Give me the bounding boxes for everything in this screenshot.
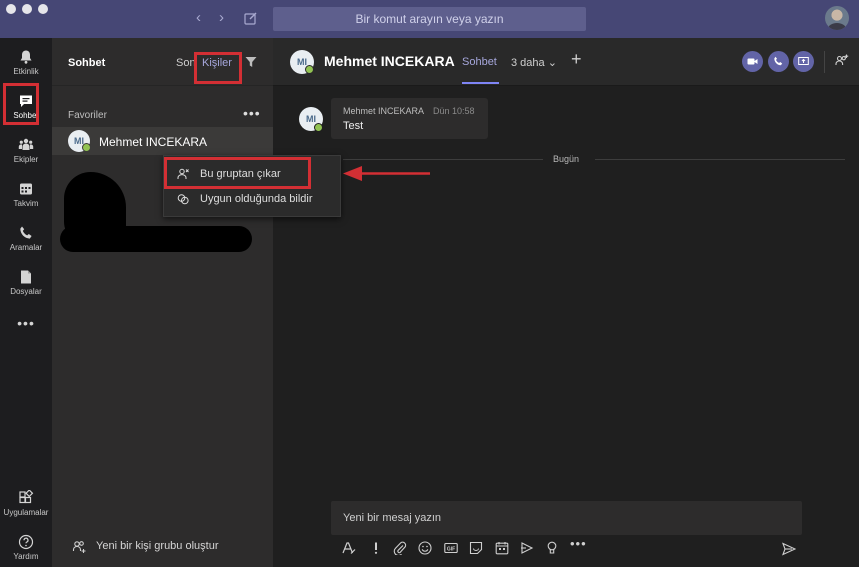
presence-available-icon: [314, 123, 323, 132]
calendar-icon: [20, 183, 32, 195]
share-screen-button[interactable]: [793, 51, 814, 72]
message-bubble[interactable]: Mehmet INCEKARA Dün 10:58 Test: [331, 98, 488, 139]
rail-label-help: Yardım: [13, 552, 39, 561]
favorites-more-button[interactable]: •••: [243, 105, 261, 121]
file-icon: [21, 270, 31, 284]
rail-item-files[interactable]: Dosyalar: [0, 263, 52, 305]
more-options-icon[interactable]: •••: [570, 537, 586, 551]
search-command-box[interactable]: Bir komut arayın veya yazın: [273, 7, 586, 31]
chat-list-panel: Sohbet Son Kişiler Favoriler ••• MI Mehm…: [52, 38, 273, 567]
rail-label-apps: Uygulamalar: [3, 508, 49, 517]
contact-row[interactable]: MI Mehmet INCEKARA: [52, 127, 273, 155]
menu-item-label: Uygun olduğunda bildir: [200, 193, 313, 205]
add-people-icon[interactable]: [835, 54, 849, 68]
presence-available-icon: [82, 143, 91, 152]
rail-item-apps[interactable]: Uygulamalar: [0, 484, 52, 526]
rail-label-calendar: Takvim: [13, 199, 39, 208]
conversation-title: Mehmet INCEKARA: [324, 53, 455, 69]
important-icon[interactable]: [369, 541, 383, 555]
video-camera-icon: [747, 58, 758, 65]
praise-icon[interactable]: [545, 541, 559, 555]
message-timestamp: Dün 10:58: [433, 106, 475, 116]
header-divider: [824, 51, 825, 73]
emoji-icon[interactable]: [418, 541, 432, 555]
rail-item-calls[interactable]: Aramalar: [0, 219, 52, 261]
highlight-box-chat: [3, 83, 39, 125]
rail-label-calls: Aramalar: [9, 243, 43, 252]
compose-placeholder: Yeni bir mesaj yazın: [343, 512, 442, 524]
add-tab-button[interactable]: +: [571, 50, 582, 68]
forward-arrow-icon[interactable]: ›: [219, 10, 224, 26]
phone-icon: [774, 56, 783, 66]
conversation-pane: MI Mehmet INCEKARA Sohbet 3 daha ⌄ + MI …: [273, 38, 859, 567]
new-group-bar[interactable]: Yeni bir kişi grubu oluştur: [52, 528, 273, 567]
profile-avatar[interactable]: [825, 6, 849, 30]
share-screen-icon: [798, 57, 809, 65]
send-icon[interactable]: [782, 542, 796, 556]
rail-item-calendar[interactable]: Takvim: [0, 175, 52, 217]
apps-icon: [19, 490, 34, 504]
bell-icon: [20, 50, 32, 64]
filter-icon[interactable]: [245, 56, 257, 68]
menu-item-notify-availability[interactable]: Uygun olduğunda bildir: [164, 187, 340, 211]
rail-item-teams[interactable]: Ekipler: [0, 131, 52, 173]
teams-icon: [18, 138, 34, 150]
highlight-box-contacts-tab: [194, 52, 242, 84]
presence-available-icon: [305, 65, 314, 74]
highlight-box-remove-item: [164, 157, 311, 189]
audio-call-button[interactable]: [768, 51, 789, 72]
phone-icon: [20, 226, 32, 239]
rail-label-activity: Etkinlik: [13, 67, 39, 76]
new-chat-icon[interactable]: [244, 11, 258, 25]
new-group-label: Yeni bir kişi grubu oluştur: [96, 540, 219, 552]
tab-recent[interactable]: Son: [176, 57, 196, 69]
chevron-down-icon: ⌄: [547, 57, 557, 69]
favorites-heading: Favoriler: [68, 110, 107, 121]
attach-icon[interactable]: [393, 541, 407, 555]
more-apps-button[interactable]: •••: [0, 316, 52, 336]
svg-text:GIF: GIF: [447, 547, 455, 553]
teams-window: ‹ › Bir komut arayın veya yazın Etkinlik…: [0, 0, 859, 567]
rail-item-help[interactable]: Yardım: [0, 528, 52, 567]
tab-chat[interactable]: Sohbet: [462, 56, 497, 68]
add-group-icon: [72, 541, 86, 553]
day-divider-line: [595, 159, 845, 160]
video-call-button[interactable]: [742, 51, 763, 72]
gif-icon[interactable]: GIF: [444, 541, 458, 555]
title-bar: ‹ › Bir komut arayın veya yazın: [0, 0, 859, 38]
notify-availability-icon: [177, 194, 189, 205]
day-divider-label: Bugün: [553, 154, 580, 164]
rail-label-files: Dosyalar: [10, 287, 42, 296]
tab-more-label: 3 daha: [511, 57, 545, 69]
message-text: Test: [343, 120, 364, 132]
sticker-icon[interactable]: [469, 541, 483, 555]
stream-icon[interactable]: [520, 541, 534, 555]
minimize-window-button[interactable]: [22, 4, 32, 14]
maximize-window-button[interactable]: [38, 4, 48, 14]
conversation-header: MI Mehmet INCEKARA Sohbet 3 daha ⌄ +: [273, 38, 859, 86]
redaction-blob: [60, 226, 252, 252]
close-window-button[interactable]: [6, 4, 16, 14]
rail-item-activity[interactable]: Etkinlik: [0, 43, 52, 85]
tab-more-dropdown[interactable]: 3 daha ⌄: [511, 56, 557, 69]
schedule-meeting-icon[interactable]: [495, 541, 509, 555]
back-arrow-icon[interactable]: ‹: [196, 10, 201, 26]
format-icon[interactable]: [342, 541, 356, 555]
rail-label-teams: Ekipler: [13, 155, 39, 164]
contact-name: Mehmet INCEKARA: [99, 135, 208, 149]
message-compose-box[interactable]: Yeni bir mesaj yazın: [331, 501, 802, 535]
message-sender: Mehmet INCEKARA: [343, 106, 425, 116]
tab-chat-underline: [462, 82, 499, 84]
day-divider-line: [343, 159, 543, 160]
chat-list-title: Sohbet: [68, 57, 106, 69]
help-icon: [18, 534, 34, 550]
